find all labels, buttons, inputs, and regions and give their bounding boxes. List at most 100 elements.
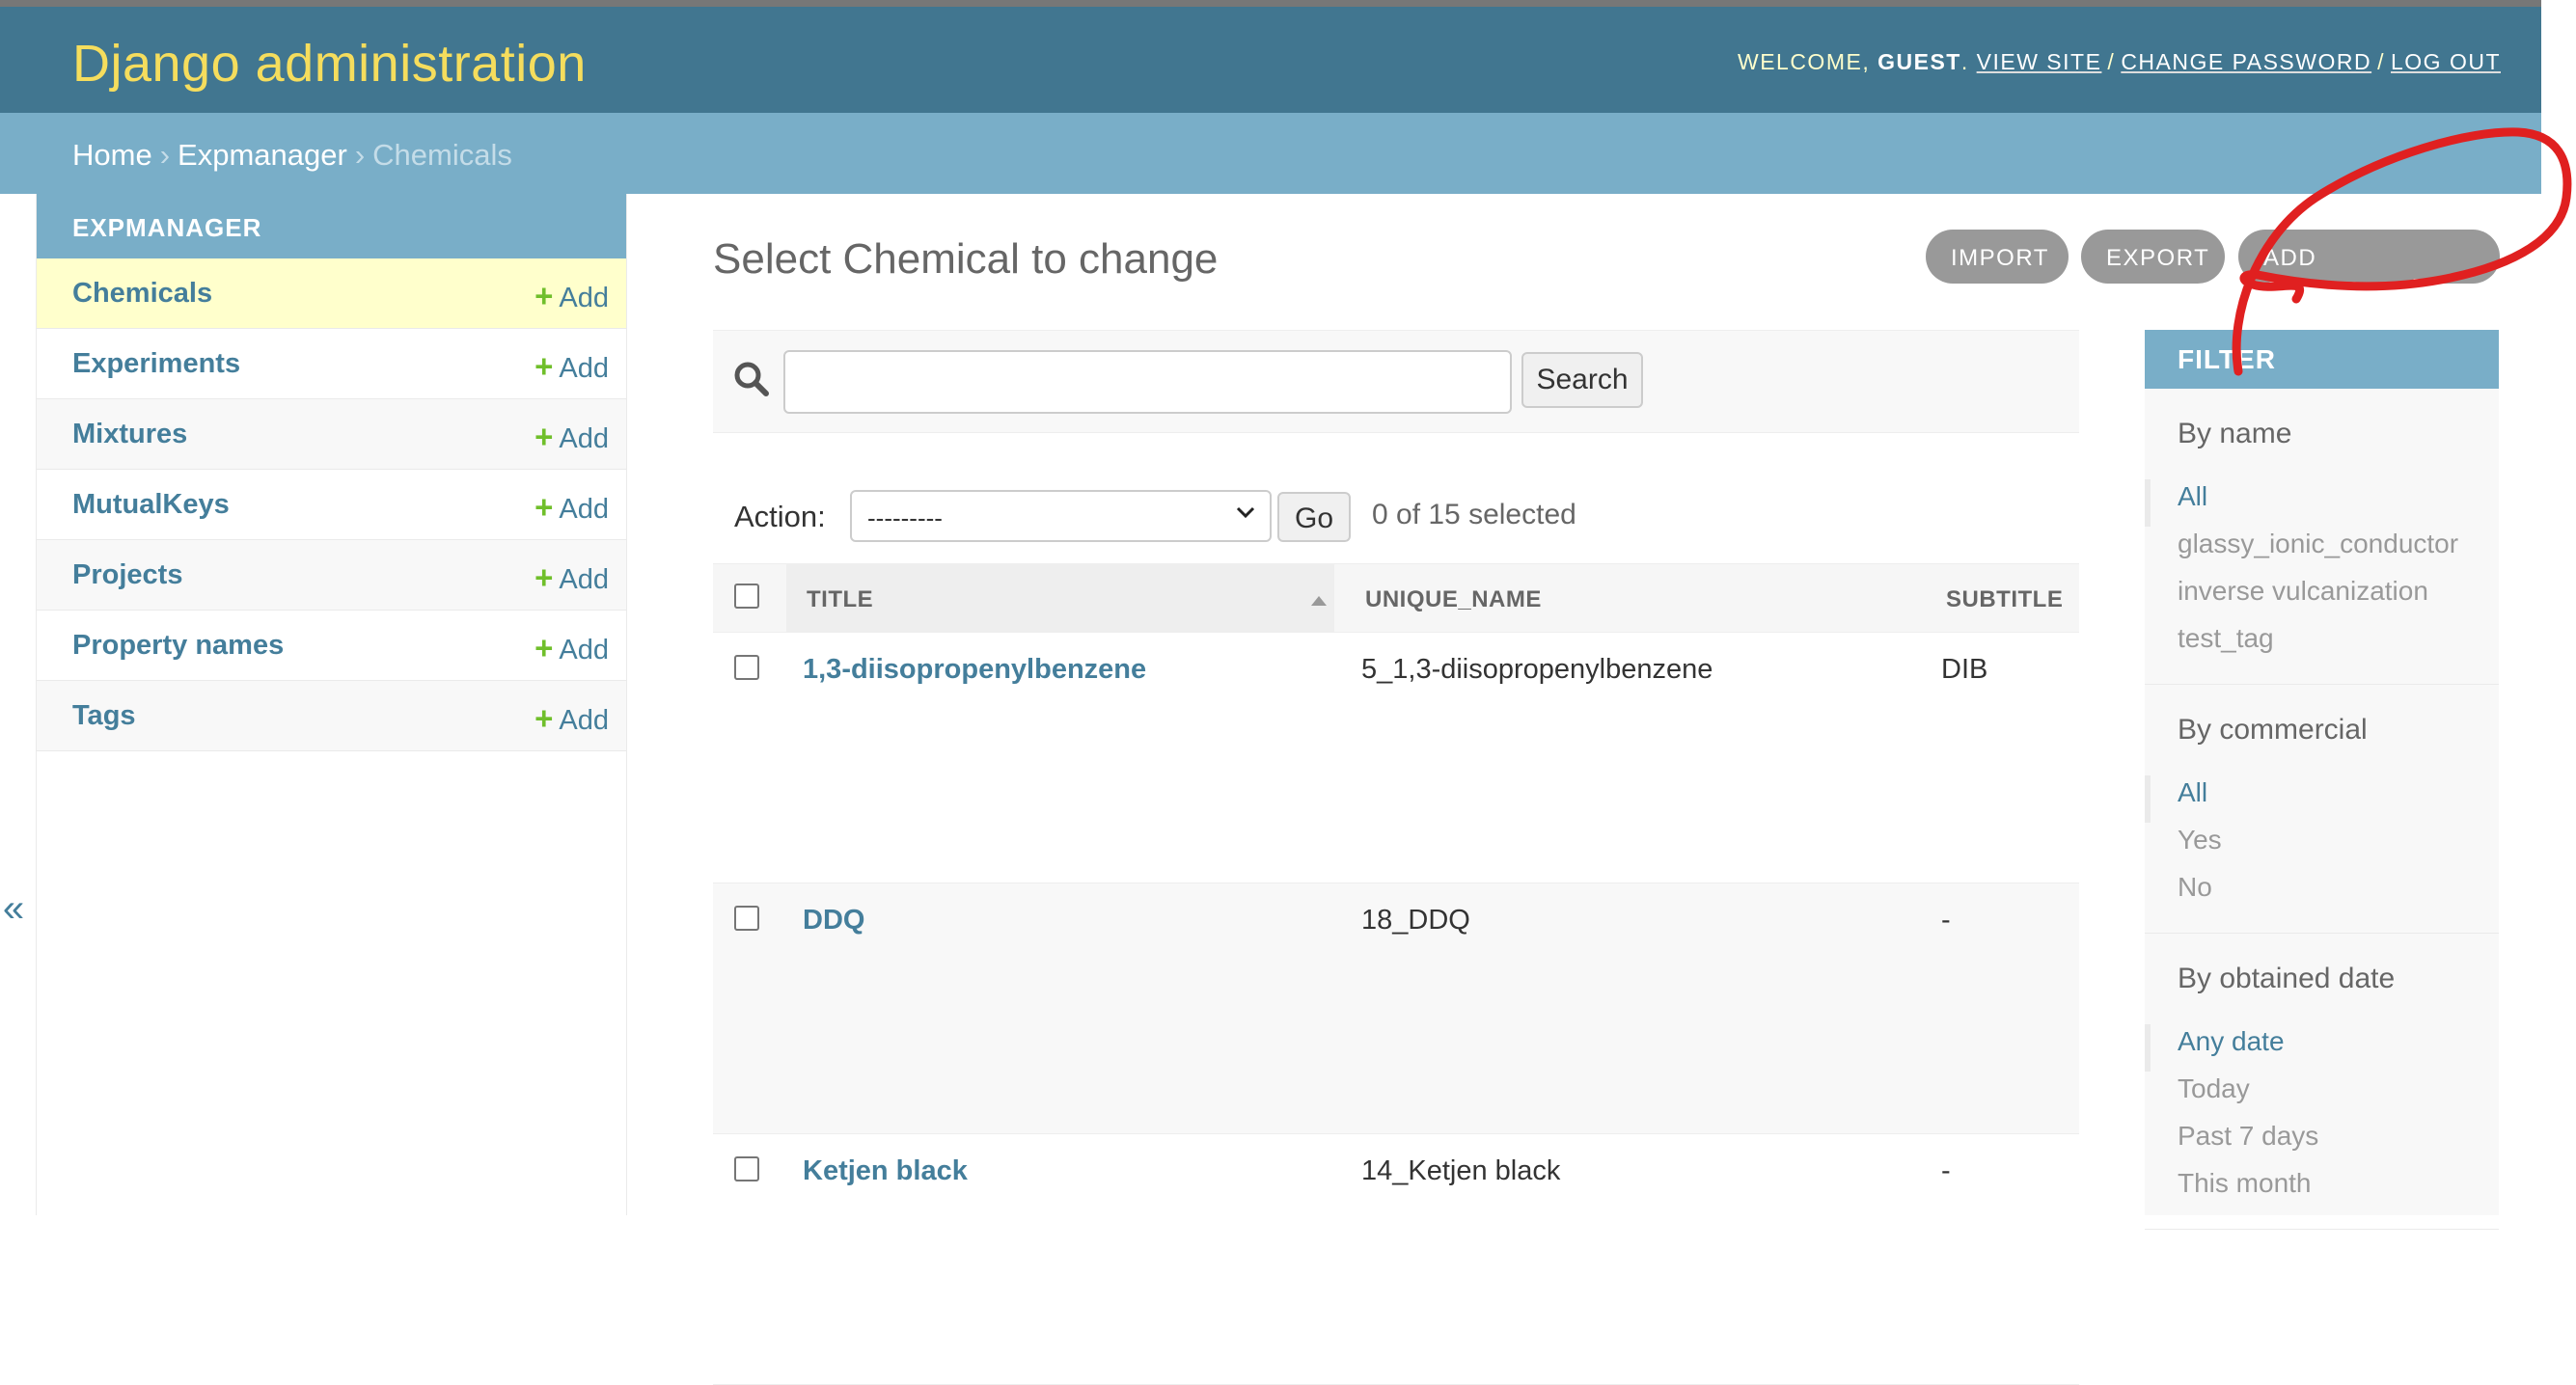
search-input[interactable] bbox=[783, 350, 1512, 414]
user-tools: Welcome, Guest. View site / Change passwor… bbox=[1737, 49, 2501, 74]
go-button[interactable]: Go bbox=[1277, 492, 1351, 542]
sidebar-item-label[interactable]: Tags bbox=[72, 700, 136, 732]
table-header: TITLE UNIQUE_NAME SUBTITLE bbox=[713, 563, 2079, 633]
filter-panel: FILTER By name All glassy_ionic_conducto… bbox=[2145, 330, 2499, 1230]
filter-option[interactable]: test_tag bbox=[2145, 621, 2499, 668]
view-site-link[interactable]: View site bbox=[1977, 49, 2102, 74]
row-checkbox[interactable] bbox=[734, 655, 759, 680]
breadcrumb-current: Chemicals bbox=[372, 138, 512, 172]
plus-icon: + bbox=[534, 630, 554, 665]
action-select[interactable]: --------- bbox=[850, 490, 1272, 542]
filter-option[interactable]: inverse vulcanization bbox=[2145, 574, 2499, 621]
filter-caption: FILTER bbox=[2145, 330, 2499, 389]
filter-group-title: By obtained date bbox=[2178, 963, 2396, 994]
search-toolbar: Search bbox=[713, 330, 2079, 433]
site-header: Django administration Welcome, Guest. Vi… bbox=[0, 0, 2541, 113]
selection-counter: 0 of 15 selected bbox=[1372, 499, 1576, 530]
sidebar-item-projects: Projects + Add bbox=[37, 540, 626, 611]
page-title: Select Chemical to change bbox=[713, 235, 1219, 283]
table-row: DDQ 18_DDQ - bbox=[713, 883, 2079, 1134]
filter-option[interactable]: Past 7 days bbox=[2145, 1119, 2499, 1166]
filter-option[interactable]: glassy_ionic_conductor bbox=[2145, 527, 2499, 574]
filter-group-title: By commercial bbox=[2178, 714, 2368, 746]
add-tag-link[interactable]: + Add bbox=[534, 700, 609, 737]
import-button[interactable]: Import bbox=[1926, 230, 2069, 284]
add-property-name-link[interactable]: + Add bbox=[534, 630, 609, 666]
export-button[interactable]: Export bbox=[2081, 230, 2225, 284]
add-mutualkey-link[interactable]: + Add bbox=[534, 489, 609, 526]
sidebar-item-experiments: Experiments + Add bbox=[37, 329, 626, 399]
action-label: Action: bbox=[734, 500, 826, 533]
filter-option[interactable]: This month bbox=[2145, 1166, 2499, 1213]
nav-sidebar: EXPMANAGER Chemicals + Add Experiments + A… bbox=[37, 194, 627, 1215]
add-mixture-link[interactable]: + Add bbox=[534, 419, 609, 455]
plus-icon: + bbox=[534, 559, 554, 595]
row-checkbox[interactable] bbox=[734, 1156, 759, 1181]
window-gutter bbox=[2541, 0, 2576, 1215]
add-experiment-link[interactable]: + Add bbox=[534, 348, 609, 385]
filter-option[interactable]: Yes bbox=[2145, 823, 2499, 870]
breadcrumb-app[interactable]: Expmanager bbox=[178, 138, 347, 172]
filter-option[interactable]: All bbox=[2145, 775, 2499, 823]
add-project-link[interactable]: + Add bbox=[534, 559, 609, 596]
search-button[interactable]: Search bbox=[1521, 352, 1643, 408]
sidebar-item-label[interactable]: Projects bbox=[72, 559, 182, 591]
chevron-down-icon bbox=[1236, 506, 1255, 519]
row-unique-name: 5_1,3-diisopropenylbenzene bbox=[1361, 654, 1713, 685]
sidebar-collapse-toggle[interactable]: « bbox=[0, 887, 27, 931]
select-all-checkbox[interactable] bbox=[734, 584, 759, 609]
action-selected-value: --------- bbox=[867, 503, 943, 532]
sidebar-item-label[interactable]: Experiments bbox=[72, 348, 240, 380]
row-checkbox[interactable] bbox=[734, 906, 759, 931]
action-bar: Action: --------- Go 0 of 15 selected bbox=[713, 469, 2079, 561]
log-out-link[interactable]: Log out bbox=[2391, 49, 2501, 74]
search-icon bbox=[734, 362, 769, 396]
row-subtitle: - bbox=[1941, 905, 1951, 936]
filter-option[interactable]: No bbox=[2145, 870, 2499, 917]
change-password-link[interactable]: Change password bbox=[2121, 49, 2371, 74]
column-header-title[interactable]: TITLE bbox=[807, 586, 873, 613]
site-name-link[interactable]: Django administration bbox=[72, 34, 587, 94]
filter-option[interactable]: Today bbox=[2145, 1072, 2499, 1119]
add-chemical-link[interactable]: + Add bbox=[534, 278, 609, 314]
sidebar-item-chemicals: Chemicals + Add bbox=[37, 258, 626, 329]
username: Guest bbox=[1877, 49, 1961, 74]
row-unique-name: 14_Ketjen black bbox=[1361, 1155, 1561, 1186]
breadcrumb: Home › Expmanager › Chemicals bbox=[0, 113, 2541, 194]
plus-icon: + bbox=[534, 419, 554, 454]
sort-ascending-icon[interactable] bbox=[1311, 596, 1327, 606]
sidebar-item-label[interactable]: Mixtures bbox=[72, 419, 187, 450]
row-unique-name: 18_DDQ bbox=[1361, 905, 1470, 936]
filter-option[interactable]: Any date bbox=[2145, 1024, 2499, 1072]
plus-icon: + bbox=[534, 489, 554, 525]
filter-group-title: By name bbox=[2178, 418, 2292, 449]
plus-icon: + bbox=[534, 278, 554, 313]
breadcrumb-home[interactable]: Home bbox=[72, 138, 152, 172]
plus-icon: + bbox=[534, 348, 554, 384]
sidebar-item-tags: Tags + Add bbox=[37, 681, 626, 751]
welcome-text: Welcome, bbox=[1737, 49, 1871, 74]
sidebar-item-property-names: Property names + Add bbox=[37, 611, 626, 681]
row-subtitle: - bbox=[1941, 1155, 1951, 1186]
row-title-link[interactable]: Ketjen black bbox=[803, 1155, 968, 1187]
column-header-subtitle[interactable]: SUBTITLE bbox=[1946, 586, 2063, 613]
row-title-link[interactable]: DDQ bbox=[803, 905, 864, 937]
plus-icon: + bbox=[534, 700, 554, 736]
sidebar-item-label[interactable]: MutualKeys bbox=[72, 489, 230, 521]
sidebar-item-mixtures: Mixtures + Add bbox=[37, 399, 626, 470]
table-row: 1,3-diisopropenylbenzene 5_1,3-diisoprop… bbox=[713, 633, 2079, 883]
plus-icon: ✚ bbox=[2404, 275, 2430, 307]
filter-group-by-name: By name All glassy_ionic_conductor inver… bbox=[2145, 389, 2499, 685]
filter-group-by-obtained-date: By obtained date Any date Today Past 7 d… bbox=[2145, 934, 2499, 1230]
filter-option[interactable]: All bbox=[2145, 479, 2499, 527]
sidebar-item-label[interactable]: Property names bbox=[72, 630, 284, 662]
sidebar-item-label[interactable]: Chemicals bbox=[72, 278, 212, 310]
row-subtitle: DIB bbox=[1941, 654, 1988, 685]
column-header-unique-name[interactable]: UNIQUE_NAME bbox=[1365, 586, 1542, 613]
results-table: TITLE UNIQUE_NAME SUBTITLE 1,3-diisoprop… bbox=[713, 563, 2079, 1385]
sidebar-item-mutualkeys: MutualKeys + Add bbox=[37, 470, 626, 540]
table-row: Ketjen black 14_Ketjen black - bbox=[713, 1134, 2079, 1385]
row-title-link[interactable]: 1,3-diisopropenylbenzene bbox=[803, 654, 1146, 686]
add-chemical-button[interactable]: Add chemical ✚ bbox=[2238, 230, 2500, 307]
sidebar-app-caption[interactable]: EXPMANAGER bbox=[37, 194, 626, 258]
